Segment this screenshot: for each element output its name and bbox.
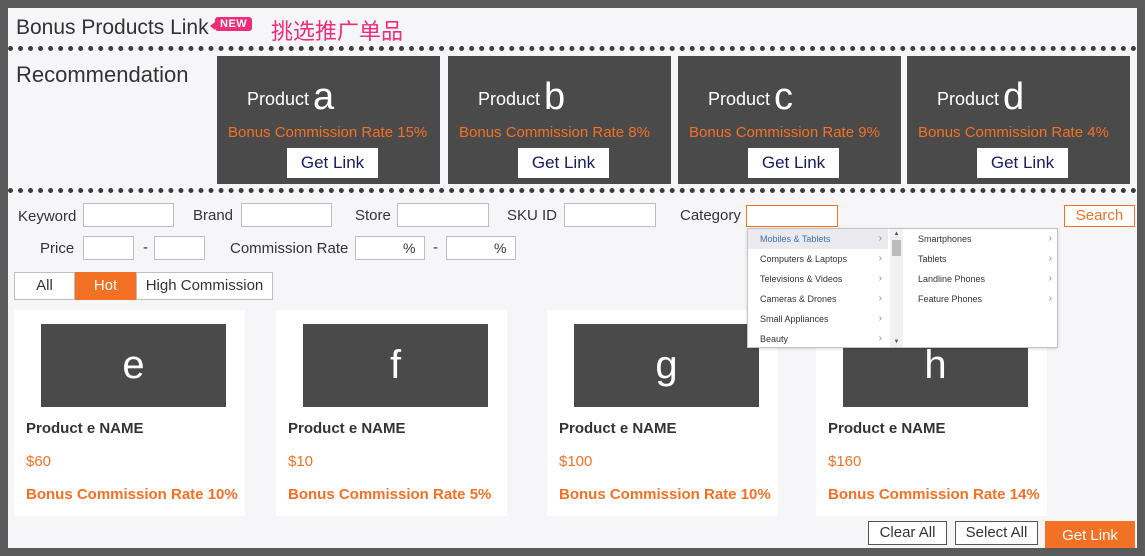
filter-tabs: All Hot High Commission (14, 272, 273, 300)
sku-id-input[interactable] (564, 203, 656, 227)
category-option[interactable]: Small Appliances › (748, 309, 888, 329)
product-commission-rate: Bonus Commission Rate 10% (559, 486, 771, 503)
scrollbar-thumb[interactable] (892, 240, 901, 256)
header-divider (8, 46, 1137, 51)
chevron-right-icon: › (1048, 253, 1052, 264)
recommended-product-rate: Bonus Commission Rate 15% (228, 124, 428, 141)
category-option[interactable]: Mobiles & Tablets › (748, 229, 888, 249)
subcategory-option[interactable]: Feature Phones › (906, 289, 1058, 309)
scroll-down-icon[interactable]: ▼ (890, 337, 903, 347)
product-price: $60 (26, 453, 52, 470)
product-name: Product e NAME (828, 420, 946, 437)
category-scrollbar[interactable]: ▲ ▼ (890, 229, 903, 347)
recommended-product-rate: Bonus Commission Rate 8% (459, 124, 650, 141)
page-title: Bonus Products Link (16, 16, 209, 39)
recommended-product-card: Product d Bonus Commission Rate 4% Get Li… (907, 56, 1130, 184)
keyword-input[interactable] (83, 203, 174, 227)
recommended-product-name: Product a (247, 76, 335, 118)
recommended-product-card: Product b Bonus Commission Rate 8% Get Li… (448, 56, 671, 184)
recommended-product-card: Product c Bonus Commission Rate 9% Get Li… (678, 56, 901, 184)
bonus-products-panel: Bonus Products Link NEW 挑选推广单品 Recommend… (8, 8, 1137, 548)
price-label: Price (40, 240, 75, 257)
product-card[interactable]: f Product e NAME $10 Bonus Commission Ra… (276, 310, 507, 516)
product-name: Product e NAME (288, 420, 406, 437)
product-price: $10 (288, 453, 314, 470)
recommended-product-rate: Bonus Commission Rate 9% (689, 124, 880, 141)
get-link-button[interactable]: Get Link (748, 148, 839, 178)
commission-range-separator: - (433, 239, 438, 256)
get-link-button[interactable]: Get Link (518, 148, 609, 178)
product-price: $160 (828, 453, 862, 470)
recommended-product-name: Product d (937, 76, 1025, 118)
product-commission-rate: Bonus Commission Rate 10% (26, 486, 238, 503)
header: Bonus Products Link NEW 挑选推广单品 (8, 8, 1137, 48)
page-subtitle: 挑选推广单品 (271, 20, 404, 45)
subcategory-list: Smartphones › Tablets › Landline Phones › F… (906, 229, 1058, 309)
recommended-product-card: Product a Bonus Commission Rate 15% Get L… (217, 56, 440, 184)
tab-hot[interactable]: Hot (75, 272, 136, 300)
subcategory-option[interactable]: Tablets › (906, 249, 1058, 269)
sku-id-label: SKU ID (507, 207, 558, 224)
chevron-right-icon: › (878, 273, 882, 284)
category-dropdown: Mobiles & Tablets › Computers & Laptops › … (747, 228, 1058, 348)
subcategory-option[interactable]: Smartphones › (906, 229, 1058, 249)
select-all-button[interactable]: Select All (955, 521, 1038, 545)
store-label: Store (355, 207, 391, 224)
recommended-product-rate: Bonus Commission Rate 4% (918, 124, 1109, 141)
chevron-right-icon: › (878, 253, 882, 264)
category-select[interactable] (746, 205, 838, 227)
product-name: Product e NAME (26, 420, 144, 437)
get-link-button[interactable]: Get Link (977, 148, 1068, 178)
category-option[interactable]: Cameras & Drones › (748, 289, 888, 309)
keyword-label: Keyword (18, 208, 77, 225)
product-commission-rate: Bonus Commission Rate 14% (828, 486, 1040, 503)
chevron-right-icon: › (878, 293, 882, 304)
product-card[interactable]: g Product e NAME $100 Bonus Commission R… (547, 310, 778, 516)
product-price: $100 (559, 453, 593, 470)
category-list: Mobiles & Tablets › Computers & Laptops › … (748, 229, 888, 347)
brand-input[interactable] (241, 203, 332, 227)
scroll-up-icon[interactable]: ▲ (890, 229, 903, 239)
price-max-input[interactable] (154, 236, 205, 260)
tab-all[interactable]: All (14, 272, 75, 300)
commission-rate-label: Commission Rate (230, 240, 349, 257)
category-option[interactable]: Beauty › (748, 329, 888, 349)
get-link-button[interactable]: Get Link (287, 148, 378, 178)
recommended-product-name: Product c (708, 76, 794, 118)
chevron-right-icon: › (878, 233, 882, 244)
product-card[interactable]: e Product e NAME $60 Bonus Commission Ra… (14, 310, 245, 516)
category-label: Category (680, 207, 741, 224)
chevron-right-icon: › (878, 313, 882, 324)
chevron-right-icon: › (1048, 293, 1052, 304)
subcategory-option[interactable]: Landline Phones › (906, 269, 1058, 289)
clear-all-button[interactable]: Clear All (868, 521, 947, 545)
tab-high-commission[interactable]: High Commission (136, 272, 273, 300)
get-link-button[interactable]: Get Link (1045, 521, 1135, 548)
price-min-input[interactable] (83, 236, 134, 260)
chevron-right-icon: › (1048, 273, 1052, 284)
product-name: Product e NAME (559, 420, 677, 437)
percent-sign: % (403, 240, 416, 256)
new-badge: NEW (209, 17, 253, 31)
product-thumbnail: g (574, 324, 759, 407)
store-input[interactable] (397, 203, 489, 227)
percent-sign: % (494, 240, 507, 256)
brand-label: Brand (193, 207, 234, 224)
category-option[interactable]: Televisions & Videos › (748, 269, 888, 289)
product-thumbnail: f (303, 324, 488, 407)
category-option[interactable]: Computers & Laptops › (748, 249, 888, 269)
recommended-product-name: Product b (478, 76, 566, 118)
product-thumbnail: e (41, 324, 226, 407)
chevron-right-icon: › (1048, 233, 1052, 244)
chevron-right-icon: › (878, 333, 882, 344)
search-button[interactable]: Search (1064, 205, 1135, 227)
recommendation-divider (8, 188, 1137, 193)
recommendation-label: Recommendation (16, 62, 189, 87)
product-commission-rate: Bonus Commission Rate 5% (288, 486, 492, 503)
price-range-separator: - (143, 239, 148, 256)
